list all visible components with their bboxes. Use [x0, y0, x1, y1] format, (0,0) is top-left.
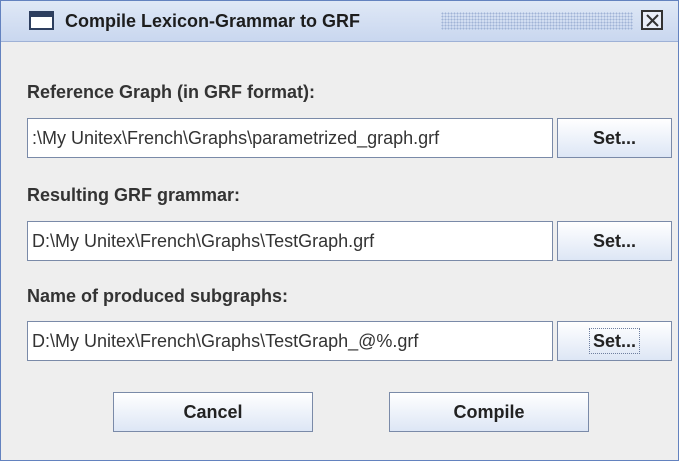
- close-button[interactable]: [641, 10, 663, 30]
- resulting-grammar-label: Resulting GRF grammar:: [27, 185, 241, 205]
- compile-button[interactable]: Compile: [389, 392, 589, 432]
- reference-graph-set-button[interactable]: Set...: [557, 118, 672, 158]
- cancel-button[interactable]: Cancel: [113, 392, 313, 432]
- set-button-label: Set...: [592, 230, 636, 251]
- subgraphs-name-input[interactable]: [27, 321, 553, 361]
- title-bar-grip: [441, 12, 633, 30]
- reference-graph-input[interactable]: [27, 118, 553, 158]
- subgraphs-name-label: Name of produced subgraphs:: [27, 286, 289, 306]
- close-icon: [646, 14, 659, 27]
- set-button-label: Set...: [588, 327, 640, 354]
- title-bar[interactable]: Compile Lexicon-Grammar to GRF: [1, 1, 678, 42]
- subgraphs-set-button[interactable]: Set...: [557, 321, 672, 361]
- set-button-label: Set...: [592, 127, 636, 148]
- window-title: Compile Lexicon-Grammar to GRF: [65, 11, 361, 31]
- reference-graph-label: Reference Graph (in GRF format):: [27, 82, 316, 102]
- window-icon: [29, 11, 54, 30]
- resulting-grammar-input[interactable]: [27, 221, 553, 261]
- resulting-grammar-set-button[interactable]: Set...: [557, 221, 672, 261]
- compile-dialog: Compile Lexicon-Grammar to GRF Reference…: [0, 0, 679, 461]
